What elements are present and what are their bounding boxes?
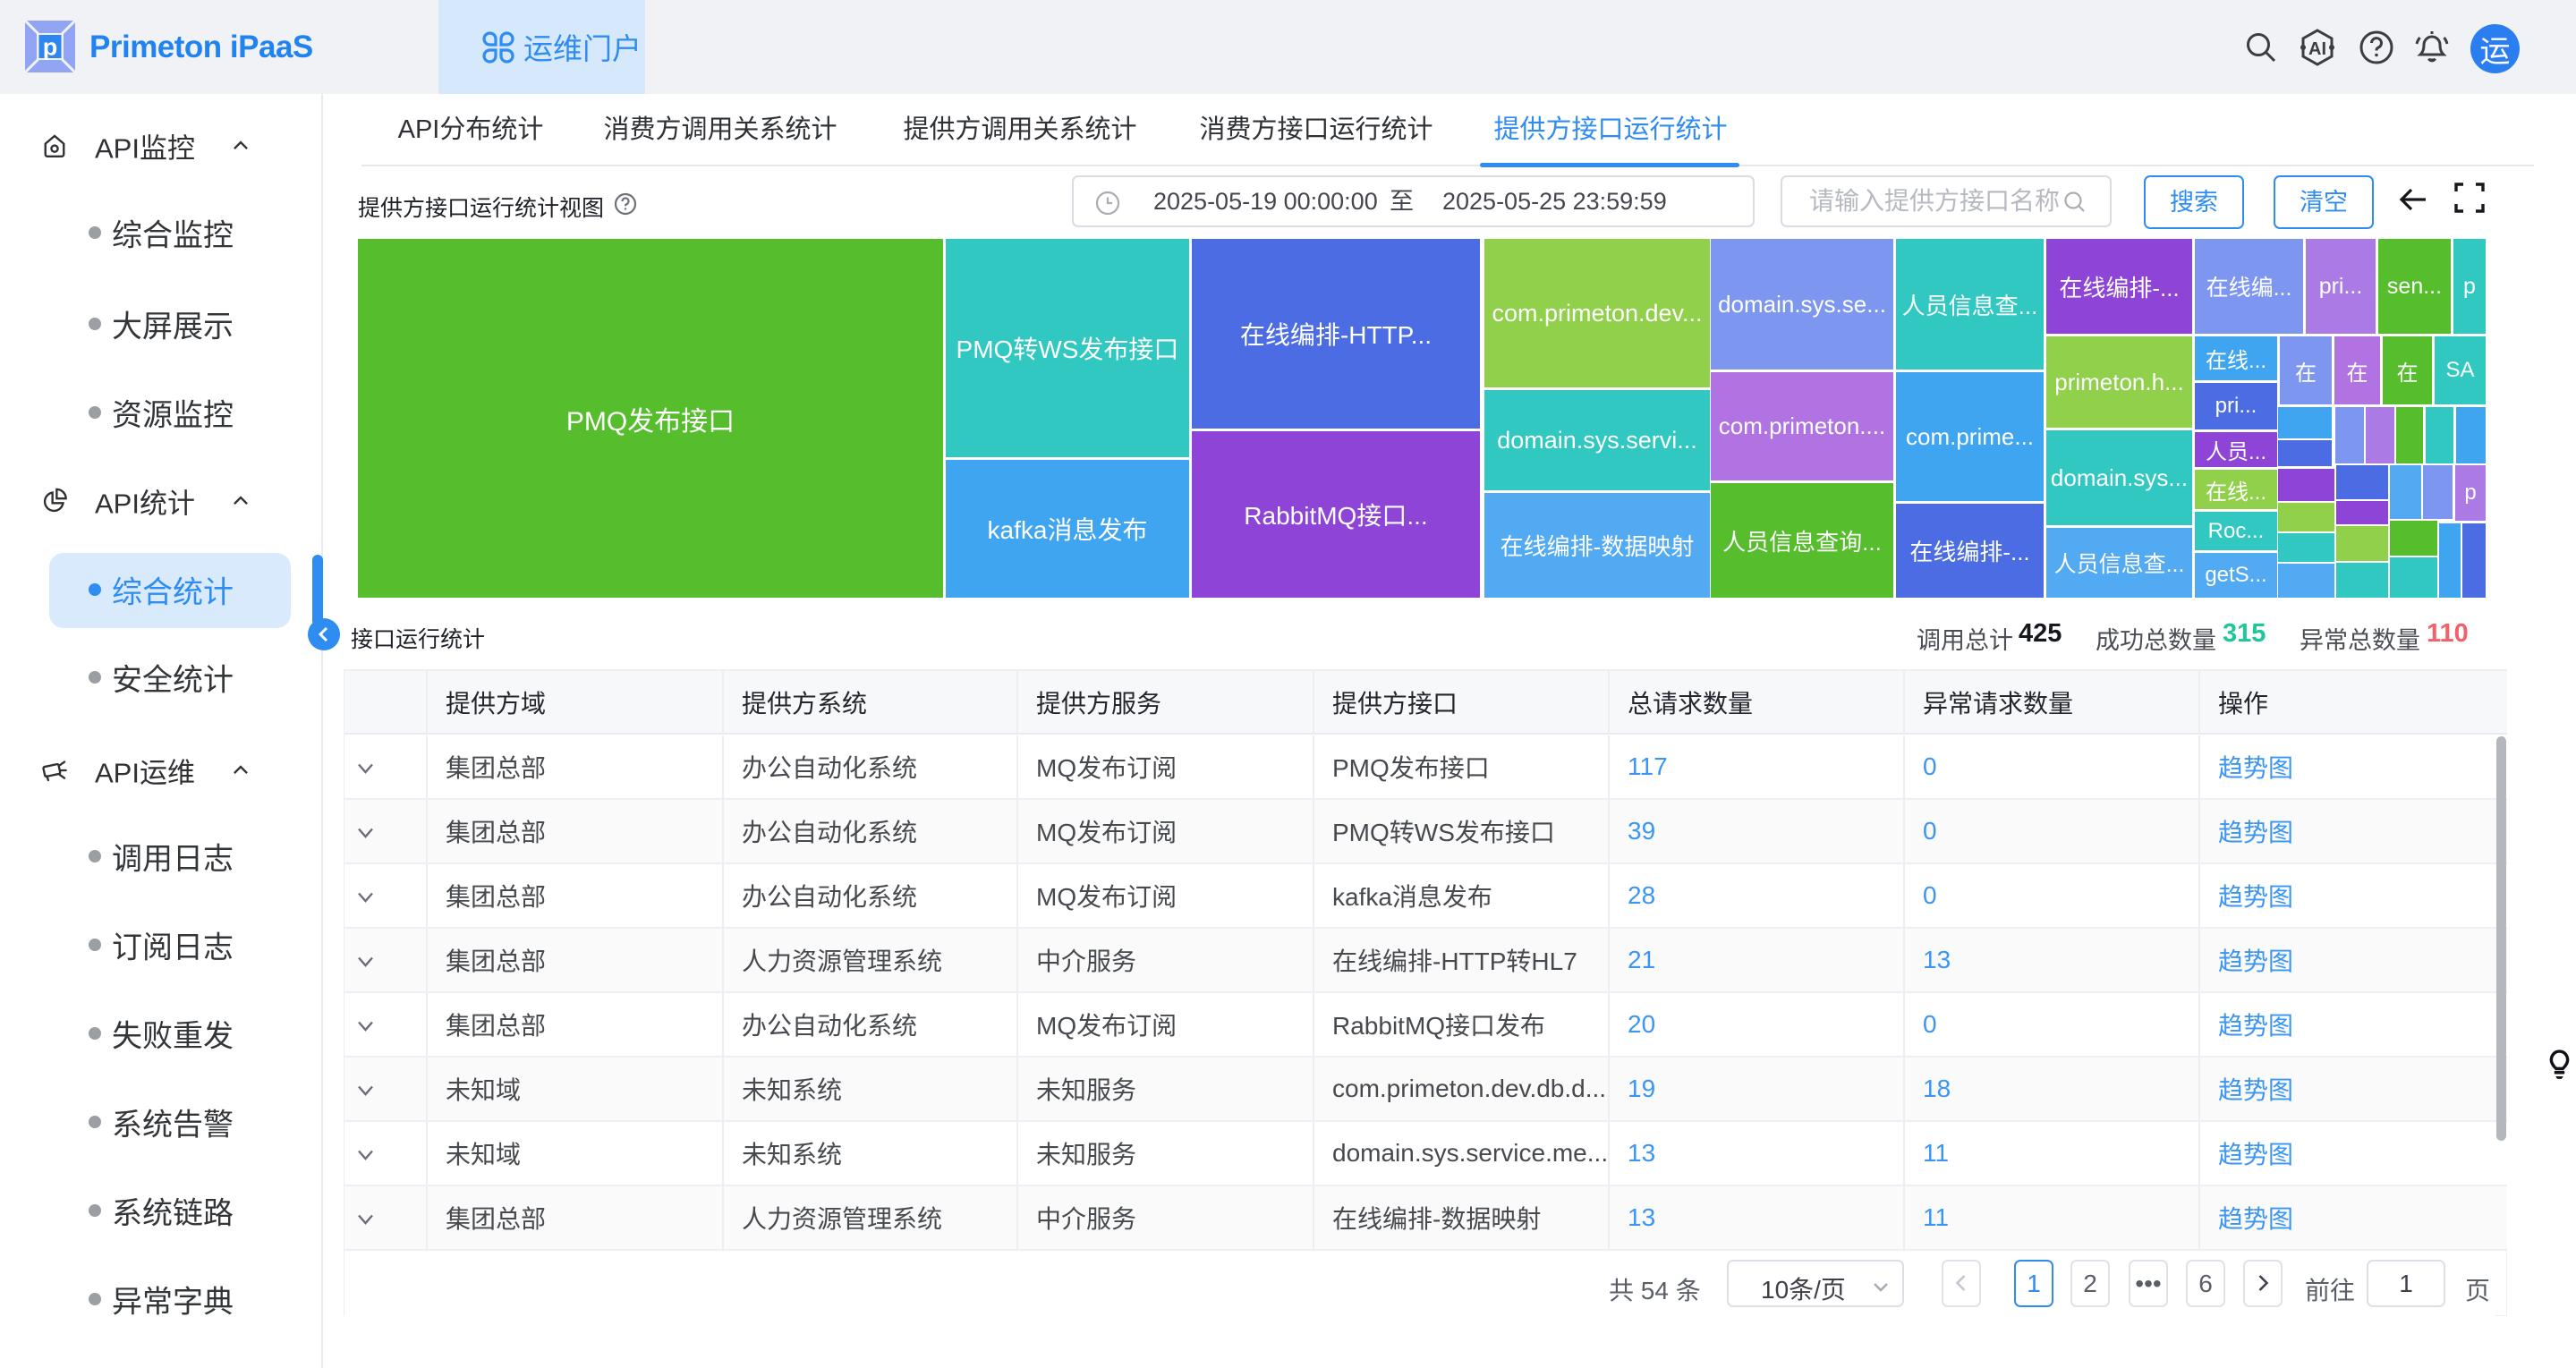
svg-text:AI: AI (2308, 39, 2326, 59)
svg-text:p: p (43, 34, 58, 61)
